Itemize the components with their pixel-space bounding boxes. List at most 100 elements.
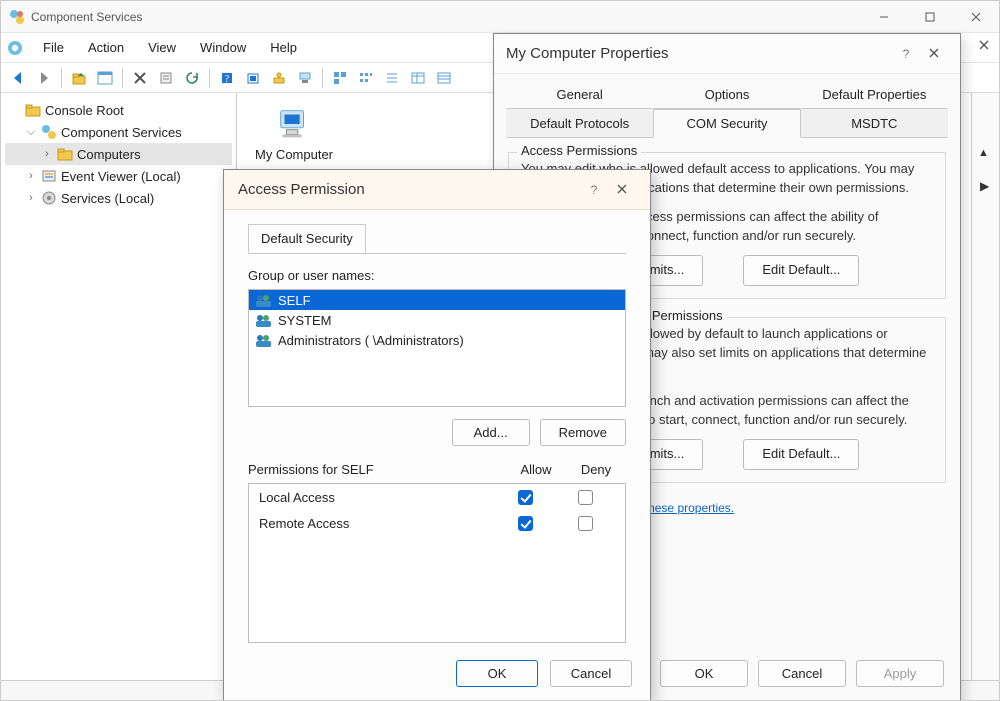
- permission-name: Local Access: [259, 490, 495, 505]
- show-hide-tree-icon[interactable]: [93, 66, 117, 90]
- group-user-names-list[interactable]: SELF SYSTEM Administrators ( \Administra…: [248, 289, 626, 407]
- dialog-title: My Computer Properties: [506, 45, 892, 62]
- toolbar-icon-a[interactable]: [241, 66, 265, 90]
- tree-component-services[interactable]: ⌵ Component Services: [5, 121, 232, 143]
- tree-root[interactable]: Console Root: [5, 99, 232, 121]
- component-services-window: Component Services File Action View Wind…: [0, 0, 1000, 701]
- tree-event-viewer[interactable]: › Event Viewer (Local): [5, 165, 232, 187]
- launch-edit-default-button[interactable]: Edit Default...: [743, 439, 859, 470]
- permission-row: Remote Access: [249, 510, 625, 536]
- chevron-down-icon[interactable]: ⌵: [25, 126, 37, 139]
- tabstrip: Default Security: [248, 224, 626, 254]
- maximize-button[interactable]: [907, 1, 953, 33]
- titlebar: Component Services: [1, 1, 999, 33]
- tab-msdtc[interactable]: MSDTC: [801, 109, 948, 138]
- toolbar-icon-c[interactable]: [293, 66, 317, 90]
- accperm-cancel-button[interactable]: Cancel: [550, 660, 632, 687]
- content-my-computer[interactable]: My Computer: [249, 105, 339, 162]
- users-icon: [255, 313, 272, 328]
- external-close-icon[interactable]: [971, 33, 997, 57]
- deny-column-label: Deny: [566, 462, 626, 477]
- help-icon[interactable]: ?: [580, 183, 608, 197]
- up-icon[interactable]: [67, 66, 91, 90]
- help-icon[interactable]: ?: [892, 47, 920, 61]
- deny-checkbox[interactable]: [578, 490, 593, 505]
- access-edit-default-button[interactable]: Edit Default...: [743, 255, 859, 286]
- dialog-titlebar: My Computer Properties ?: [494, 34, 960, 74]
- actions-pane: ▲ ▶: [971, 93, 999, 680]
- content-my-computer-label: My Computer: [255, 147, 333, 162]
- access-permission-dialog: Access Permission ? Default Security Gro…: [223, 169, 651, 701]
- view-detail-icon[interactable]: [406, 66, 430, 90]
- deny-checkbox[interactable]: [578, 516, 593, 531]
- allow-column-label: Allow: [506, 462, 566, 477]
- mcprops-ok-button[interactable]: OK: [660, 660, 748, 687]
- tree-computers-label: Computers: [77, 147, 141, 162]
- chevron-right-icon[interactable]: ›: [25, 170, 37, 182]
- computer-icon: [275, 105, 313, 143]
- list-item[interactable]: SELF: [249, 290, 625, 310]
- tree-root-label: Console Root: [45, 103, 124, 118]
- app-icon: [9, 9, 25, 25]
- allow-checkbox[interactable]: [518, 516, 533, 531]
- scroll-right-icon[interactable]: ▶: [980, 179, 989, 193]
- list-item[interactable]: Administrators ( \Administrators): [249, 330, 625, 350]
- chevron-right-icon[interactable]: ›: [25, 192, 37, 204]
- tree-computers[interactable]: › Computers: [5, 143, 232, 165]
- permissions-for-label: Permissions for SELF: [248, 462, 506, 477]
- menu-file[interactable]: File: [31, 36, 76, 59]
- nav-forward-icon[interactable]: [32, 66, 56, 90]
- properties-icon[interactable]: [154, 66, 178, 90]
- tab-general[interactable]: General: [506, 80, 653, 109]
- menu-view[interactable]: View: [136, 36, 188, 59]
- tree-services[interactable]: › Services (Local): [5, 187, 232, 209]
- tab-options[interactable]: Options: [653, 80, 800, 109]
- refresh-icon[interactable]: [180, 66, 204, 90]
- close-icon[interactable]: [920, 47, 948, 61]
- menu-window[interactable]: Window: [188, 36, 258, 59]
- add-button[interactable]: Add...: [452, 419, 530, 446]
- services-icon: [41, 190, 57, 206]
- help-icon: [7, 40, 23, 56]
- close-icon[interactable]: [608, 183, 636, 197]
- accperm-ok-button[interactable]: OK: [456, 660, 538, 687]
- list-item-label: Administrators ( \Administrators): [278, 333, 464, 348]
- window-title: Component Services: [31, 10, 861, 24]
- view-icons-large-icon[interactable]: [328, 66, 352, 90]
- allow-checkbox[interactable]: [518, 490, 533, 505]
- list-item[interactable]: SYSTEM: [249, 310, 625, 330]
- view-list-icon[interactable]: [380, 66, 404, 90]
- menu-action[interactable]: Action: [76, 36, 136, 59]
- component-services-icon: [41, 124, 57, 140]
- users-icon: [255, 293, 272, 308]
- mcprops-cancel-button[interactable]: Cancel: [758, 660, 846, 687]
- group-user-names-label: Group or user names:: [248, 268, 626, 283]
- toolbar-icon-b[interactable]: [267, 66, 291, 90]
- permission-row: Local Access: [249, 484, 625, 510]
- access-permissions-title: Access Permissions: [517, 143, 641, 158]
- delete-icon[interactable]: [128, 66, 152, 90]
- folder-icon: [57, 146, 73, 162]
- console-tree[interactable]: Console Root ⌵ Component Services › Comp…: [1, 93, 237, 680]
- svg-text:?: ?: [225, 74, 230, 85]
- view-detail2-icon[interactable]: [432, 66, 456, 90]
- nav-back-icon[interactable]: [6, 66, 30, 90]
- minimize-button[interactable]: [861, 1, 907, 33]
- view-icons-small-icon[interactable]: [354, 66, 378, 90]
- menu-help[interactable]: Help: [258, 36, 309, 59]
- event-viewer-icon: [41, 168, 57, 184]
- tab-default-security[interactable]: Default Security: [248, 224, 366, 253]
- help-topic-icon[interactable]: ?: [215, 66, 239, 90]
- folder-icon: [25, 102, 41, 118]
- tab-com-security[interactable]: COM Security: [653, 109, 800, 138]
- close-button[interactable]: [953, 1, 999, 33]
- permission-name: Remote Access: [259, 516, 495, 531]
- mcprops-apply-button[interactable]: Apply: [856, 660, 944, 687]
- remove-button[interactable]: Remove: [540, 419, 626, 446]
- chevron-right-icon[interactable]: ›: [41, 148, 53, 160]
- list-item-label: SELF: [278, 293, 311, 308]
- list-item-label: SYSTEM: [278, 313, 331, 328]
- tab-default-properties[interactable]: Default Properties: [801, 80, 948, 109]
- tab-default-protocols[interactable]: Default Protocols: [506, 109, 653, 138]
- scroll-up-icon[interactable]: ▲: [978, 147, 989, 159]
